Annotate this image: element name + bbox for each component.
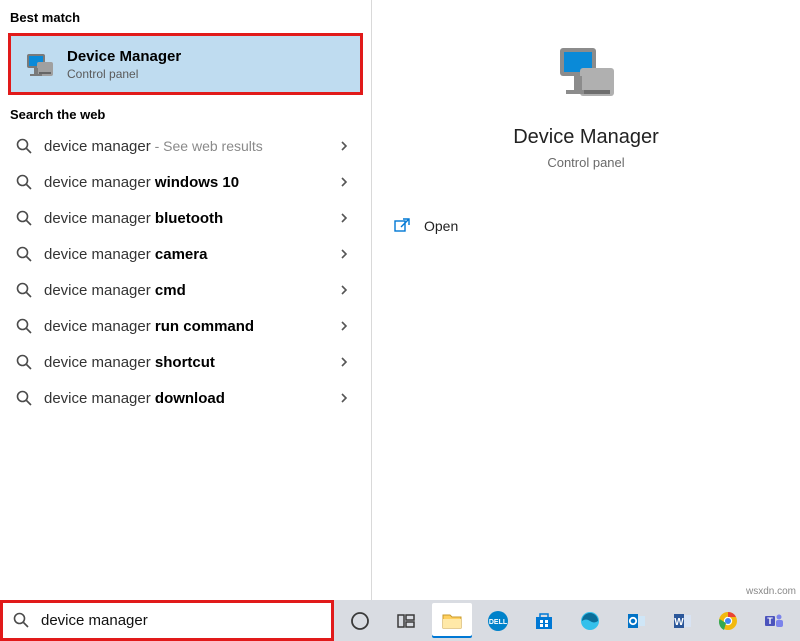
cortana-icon xyxy=(350,611,370,631)
microsoft-store-icon xyxy=(534,611,554,631)
suggestion-text: device manager shortcut xyxy=(44,354,339,371)
dell-taskbar-button[interactable]: DELL xyxy=(478,603,518,638)
suggestion-text: device manager download xyxy=(44,390,339,407)
web-suggestion[interactable]: device manager camera xyxy=(4,236,367,272)
cortana-taskbar-button[interactable] xyxy=(340,603,380,638)
best-match-subtitle: Control panel xyxy=(67,67,181,81)
chevron-right-icon xyxy=(339,249,357,259)
word-taskbar-button[interactable]: W xyxy=(662,603,702,638)
microsoft-store-taskbar-button[interactable] xyxy=(524,603,564,638)
bottom-bar: DELL W T xyxy=(0,600,800,641)
edge-icon xyxy=(580,611,600,631)
device-manager-icon xyxy=(550,40,622,112)
search-icon xyxy=(14,352,34,372)
best-match-result[interactable]: Device Manager Control panel xyxy=(8,33,363,95)
preview-subtitle: Control panel xyxy=(547,155,624,170)
web-suggestion[interactable]: device manager cmd xyxy=(4,272,367,308)
web-suggestion[interactable]: device manager windows 10 xyxy=(4,164,367,200)
teams-taskbar-button[interactable]: T xyxy=(754,603,794,638)
search-icon xyxy=(13,612,31,630)
open-action[interactable]: Open xyxy=(388,206,784,246)
task-view-taskbar-button[interactable] xyxy=(386,603,426,638)
search-icon xyxy=(14,388,34,408)
chevron-right-icon xyxy=(339,285,357,295)
search-results-panel: Best match Device Manager Control panel xyxy=(0,0,372,600)
open-label: Open xyxy=(424,218,458,234)
open-icon xyxy=(392,216,412,236)
file-explorer-icon xyxy=(441,610,463,632)
chevron-right-icon xyxy=(339,141,357,151)
best-match-label: Best match xyxy=(0,6,371,31)
file-explorer-taskbar-button[interactable] xyxy=(432,603,472,638)
search-icon xyxy=(14,172,34,192)
taskbar: DELL W T xyxy=(334,600,800,641)
task-view-icon xyxy=(396,611,416,631)
word-icon: W xyxy=(672,611,692,631)
search-icon xyxy=(14,244,34,264)
watermark: wsxdn.com xyxy=(746,586,796,597)
best-match-title: Device Manager xyxy=(67,48,181,65)
search-icon xyxy=(14,136,34,156)
chrome-taskbar-button[interactable] xyxy=(708,603,748,638)
web-suggestion[interactable]: device manager - See web results xyxy=(4,128,367,164)
search-input[interactable] xyxy=(41,612,321,629)
suggestion-text: device manager windows 10 xyxy=(44,174,339,191)
web-suggestion[interactable]: device manager bluetooth xyxy=(4,200,367,236)
device-manager-icon xyxy=(21,46,57,82)
chevron-right-icon xyxy=(339,177,357,187)
chevron-right-icon xyxy=(339,393,357,403)
suggestion-text: device manager cmd xyxy=(44,282,339,299)
search-icon xyxy=(14,208,34,228)
svg-text:W: W xyxy=(674,617,684,628)
web-suggestion[interactable]: device manager shortcut xyxy=(4,344,367,380)
search-icon xyxy=(14,280,34,300)
preview-title: Device Manager xyxy=(513,126,659,149)
outlook-taskbar-button[interactable] xyxy=(616,603,656,638)
suggestion-text: device manager - See web results xyxy=(44,138,339,155)
edge-taskbar-button[interactable] xyxy=(570,603,610,638)
suggestion-text: device manager camera xyxy=(44,246,339,263)
svg-text:DELL: DELL xyxy=(489,619,508,626)
teams-icon: T xyxy=(764,611,784,631)
chrome-icon xyxy=(718,611,738,631)
web-suggestion-list: device manager - See web results device m… xyxy=(0,128,371,416)
search-box[interactable] xyxy=(0,600,334,641)
search-web-label: Search the web xyxy=(0,103,371,128)
preview-panel: Device Manager Control panel Open xyxy=(372,0,800,600)
suggestion-text: device manager run command xyxy=(44,318,339,335)
suggestion-text: device manager bluetooth xyxy=(44,210,339,227)
svg-text:T: T xyxy=(767,616,773,626)
chevron-right-icon xyxy=(339,357,357,367)
search-icon xyxy=(14,316,34,336)
dell-icon: DELL xyxy=(487,610,509,632)
chevron-right-icon xyxy=(339,213,357,223)
web-suggestion[interactable]: device manager download xyxy=(4,380,367,416)
outlook-icon xyxy=(626,611,646,631)
web-suggestion[interactable]: device manager run command xyxy=(4,308,367,344)
chevron-right-icon xyxy=(339,321,357,331)
